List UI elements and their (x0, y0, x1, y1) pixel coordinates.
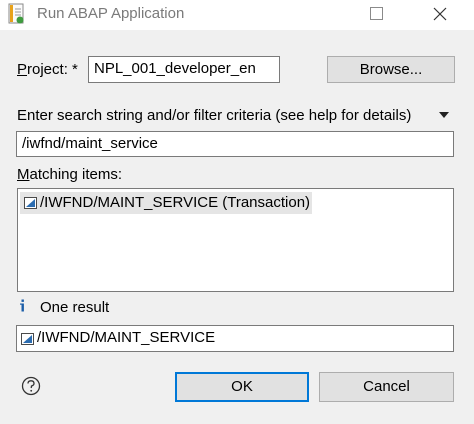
cancel-button-label: Cancel (363, 378, 410, 395)
selected-result-value: /IWFND/MAINT_SERVICE (37, 329, 216, 346)
browse-button-label: Browse... (359, 61, 423, 78)
matching-items-label: Matching items: (17, 166, 122, 183)
maximize-icon (370, 7, 383, 20)
transaction-icon (24, 197, 37, 209)
help-icon[interactable] (21, 376, 41, 396)
close-button[interactable] (418, 0, 464, 30)
ok-button[interactable]: OK (175, 372, 309, 402)
list-item-label: /IWFND/MAINT_SERVICE (Transaction) (40, 194, 311, 211)
list-item[interactable]: /IWFND/MAINT_SERVICE (Transaction) (20, 192, 312, 214)
project-label: Project: * (17, 61, 78, 78)
transaction-icon (21, 333, 34, 345)
matching-label-mnemonic: M (17, 166, 30, 183)
close-icon (433, 7, 447, 21)
project-label-mnemonic: P (17, 61, 28, 78)
maximize-button[interactable] (353, 0, 399, 30)
dropdown-arrow-icon[interactable] (438, 111, 450, 119)
matching-items-list[interactable]: /IWFND/MAINT_SERVICE (Transaction) (17, 188, 454, 292)
ok-button-label: OK (231, 378, 253, 395)
project-input-value: NPL_001_developer_en (94, 60, 256, 77)
filter-input-value: /iwfnd/maint_service (22, 135, 158, 152)
project-label-rest: roject: * (27, 61, 78, 78)
cancel-button[interactable]: Cancel (319, 372, 454, 402)
result-text: One result (40, 299, 110, 316)
project-input[interactable]: NPL_001_developer_en (88, 56, 280, 83)
matching-label-rest: atching items: (29, 166, 123, 183)
filter-label: Enter search string and/or filter criter… (17, 107, 412, 124)
info-icon (20, 299, 24, 312)
browse-button[interactable]: Browse... (327, 56, 455, 83)
window-title: Run ABAP Application (37, 5, 185, 22)
title-bar: Run ABAP Application (0, 0, 474, 30)
abap-app-icon (8, 3, 24, 24)
filter-input[interactable]: /iwfnd/maint_service (16, 131, 454, 157)
selected-result-field: /IWFND/MAINT_SERVICE (16, 325, 454, 352)
